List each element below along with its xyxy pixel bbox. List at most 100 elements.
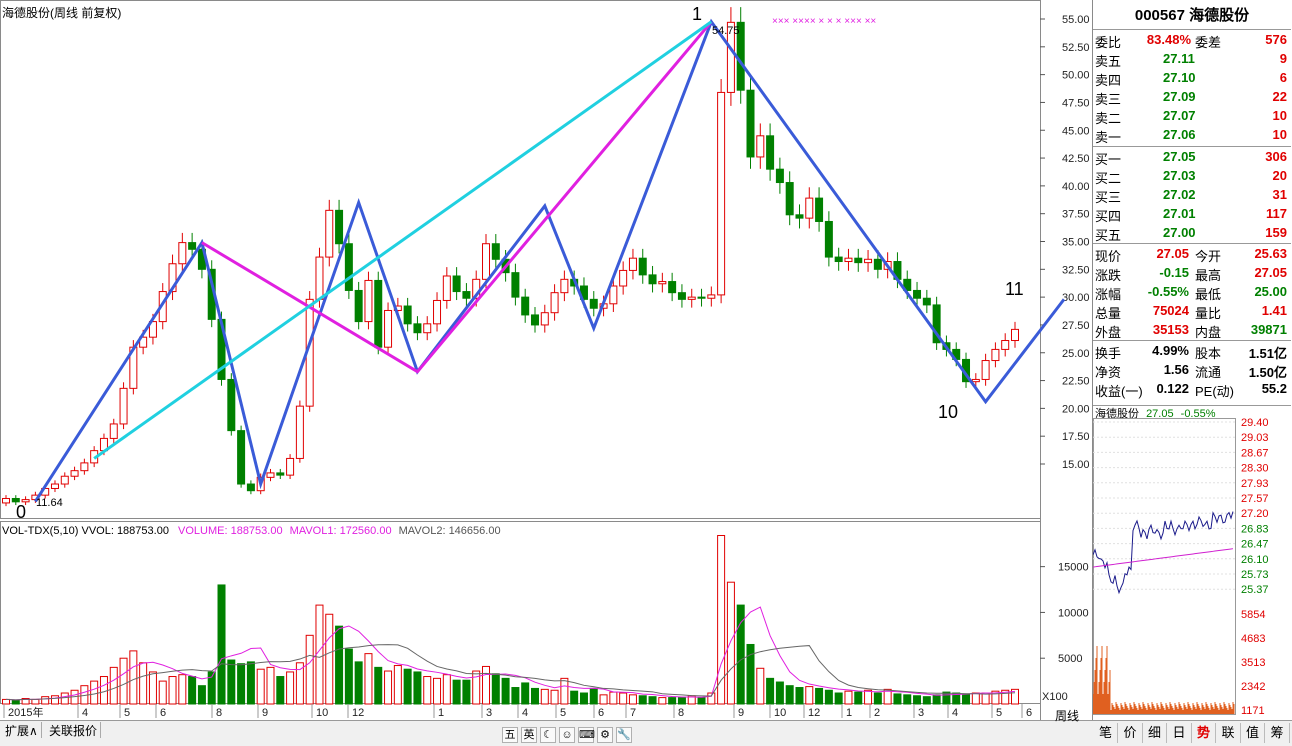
candle-body [628,257,637,271]
ask-row: 卖二 27.07 10 [1093,107,1291,126]
candle-body [844,257,853,263]
toolbar-button[interactable]: ☾ [540,727,556,743]
intraday-price-label: 25.73 [1241,569,1269,581]
price-tick-label: 52.50 [1062,42,1090,54]
time-tick-label: 6 [598,707,604,719]
toolbar-button[interactable]: ☺ [559,727,575,743]
ob-price: 27.06 [1163,127,1196,142]
time-tick-label: 9 [262,707,268,719]
candle-body [991,348,1000,362]
stat-label: 今开 [1195,249,1222,264]
stat-label: 收益(一) [1095,384,1143,399]
weicha-value: 576 [1265,32,1287,47]
volume-bar [805,686,814,705]
volume-bar [158,680,167,705]
side-tab[interactable]: 筹 [1266,723,1290,743]
time-tick-label: 2 [874,707,880,719]
ob-price: 27.10 [1163,70,1196,85]
side-tab[interactable]: 值 [1241,723,1265,743]
tab-expand[interactable]: 扩展∧ [2,722,42,738]
stat-label: 内盘 [1195,325,1222,340]
volume-bar [599,694,608,705]
candle-body [119,387,128,425]
wave-label-11: 11 [1005,279,1024,299]
candle-body [981,360,990,380]
toolbar-button[interactable]: 🔧 [616,727,632,743]
candle-body [550,292,559,314]
weicha-label: 委差 [1195,35,1222,50]
volume-bar [168,676,177,705]
toolbar-button[interactable]: 英 [521,727,537,743]
candle-body [697,296,706,299]
time-tick-label: 10 [316,707,328,719]
volume-bar [971,692,980,705]
volume-bar [325,613,334,705]
stat-row: 外盘 35153 内盘 39871 [1093,321,1291,340]
kline-svg[interactable]: 55.00 52.50 50.00 47.50 45.00 42.50 40.00 37.50… [0,0,1092,720]
volume-bar [834,692,843,705]
weibi-row: 委比 83.48% 委差 576 [1093,31,1291,50]
candle-body [335,209,344,245]
candle-body [609,285,618,305]
side-tab[interactable]: 势 [1192,723,1216,743]
volume-title: VOL-TDX(5,10) VVOL: 188753.00 VOLUME: 18… [2,525,501,537]
price-tick-label: 37.50 [1062,209,1090,221]
kline-chart-area[interactable]: 55.00 52.50 50.00 47.50 45.00 42.50 40.00 37.50… [0,0,1092,746]
candle-body [70,470,79,477]
intraday-chart[interactable]: 29.40 29.03 28.67 28.30 27.93 27.57 27.20 26.83… [1093,418,1291,718]
price-tick-label: 32.50 [1062,264,1090,276]
time-tick-label: 12 [808,707,820,719]
candle-body [2,497,10,504]
candle-body [687,296,696,300]
wave-label-1: 1 [692,4,702,24]
candle-body [540,312,549,326]
tab-related-quotes[interactable]: 关联报价 [46,722,102,738]
volume-bar [932,694,941,705]
stat-label: PE(动) [1195,384,1235,399]
side-tab[interactable]: 笔 [1094,723,1118,743]
volume-bar [364,653,373,705]
period-label[interactable]: 周线 [1055,707,1079,724]
ob-label: 卖四 [1095,73,1122,88]
side-tab[interactable]: 细 [1143,723,1167,743]
volume-bar [217,584,226,705]
volume-bar [785,685,794,705]
stat-value: 1.41 [1261,303,1287,318]
ask-row: 卖五 27.11 9 [1093,50,1291,69]
candle-body [589,298,598,309]
side-tab[interactable]: 价 [1119,723,1143,743]
volume-bar [697,697,706,705]
stat-label: 外盘 [1095,325,1122,340]
stock-chart-window: 55.00 52.50 50.00 47.50 45.00 42.50 40.00 37.50… [0,0,1292,746]
candle-body [403,305,412,325]
candle-body [648,274,657,285]
price-tick-label: 25.00 [1062,348,1090,360]
candle-body [276,472,285,476]
stat-label: 涨跌 [1095,268,1122,283]
stat-label: 涨幅 [1095,287,1122,302]
toolbar-button[interactable]: ⚙ [597,727,613,743]
chart-title: 海德股份(周线 前复权) [2,6,122,20]
toolbar-button[interactable]: ⌨ [578,727,595,743]
volume-bar [560,677,569,705]
side-tab[interactable]: 联 [1217,723,1241,743]
stat-value: -0.15 [1159,265,1189,280]
candle-body [658,281,667,285]
volume-bar [344,648,353,705]
candle-body [795,214,804,219]
volume-bar [246,661,255,705]
stat-row: 涨跌 -0.15 最高 27.05 [1093,264,1291,283]
volume-bar [589,687,598,705]
candle-body [227,378,236,432]
stat-label: 股本 [1195,346,1222,361]
stat-label: 流通 [1195,365,1222,380]
side-tab[interactable]: 日 [1168,723,1192,743]
ob-label: 买一 [1095,152,1122,167]
volume-bar [188,676,197,705]
volume-bar [628,694,637,705]
side-tabs: 笔价细日势联值筹 [1092,720,1292,746]
stat-value: 25.63 [1254,246,1287,261]
toolbar-button[interactable]: 五 [502,727,518,743]
price-tick-label: 35.00 [1062,237,1090,249]
volume-bar [775,681,784,705]
